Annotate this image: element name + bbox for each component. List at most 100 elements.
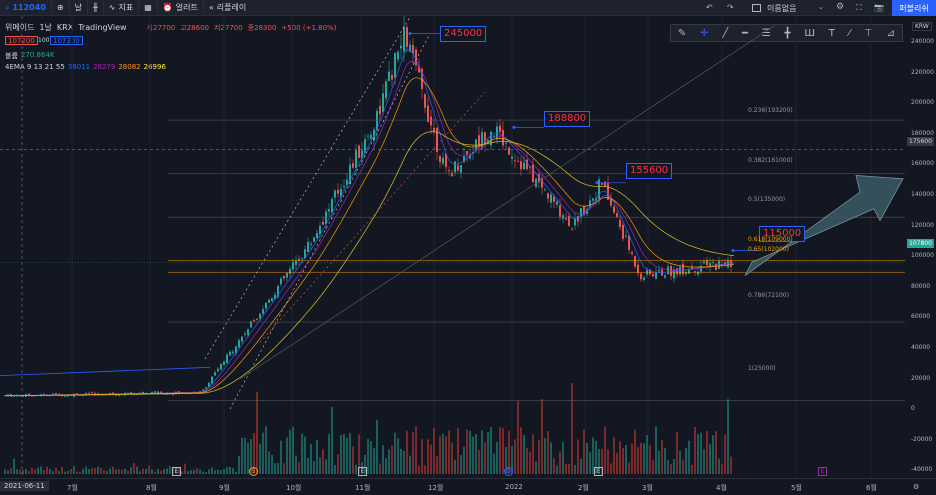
currency-selector[interactable]: KRW: [912, 22, 932, 31]
volume-bar: [277, 462, 279, 474]
candle-body: [664, 275, 666, 278]
volume-bar: [34, 469, 36, 474]
symbol-search[interactable]: ⌕ 112040: [0, 0, 52, 16]
volume-bar: [25, 469, 27, 474]
volume-bar: [412, 431, 414, 474]
earnings-marker[interactable]: E: [172, 467, 181, 476]
volume-bar: [697, 434, 699, 474]
dividend-marker[interactable]: D: [504, 467, 513, 476]
candle-body: [715, 263, 717, 270]
volume-bar: [67, 471, 69, 474]
y-tick: 20000: [911, 374, 931, 382]
axis-settings-icon[interactable]: ⚙: [913, 483, 919, 491]
volume-bar: [346, 437, 348, 474]
layout-icon[interactable]: [752, 4, 761, 12]
redo-icon[interactable]: ↷: [727, 3, 734, 12]
publish-button[interactable]: 퍼블리쉬: [892, 0, 936, 16]
gear-icon[interactable]: ⚙: [836, 2, 844, 12]
split-marker[interactable]: S: [249, 467, 258, 476]
volume-bar: [481, 430, 483, 474]
candle-body: [226, 354, 228, 364]
alert-label: 얼러트: [175, 3, 198, 12]
volume-bar: [217, 469, 219, 474]
templates-button[interactable]: ▦: [139, 0, 158, 16]
fullscreen-icon[interactable]: ⛶: [856, 3, 862, 13]
volume-bar: [340, 435, 342, 474]
volume-bar: [619, 441, 621, 474]
volume-bar: [202, 471, 204, 474]
candle-body: [532, 164, 534, 183]
earnings-marker[interactable]: E: [358, 467, 367, 476]
volume-bar: [370, 441, 372, 474]
volume-bar: [397, 438, 399, 474]
candle-body: [610, 198, 612, 206]
y-tick: 80000: [911, 282, 931, 290]
candle-body: [76, 393, 78, 395]
volume-bar: [427, 439, 429, 474]
volume-bar: [721, 464, 723, 474]
compare-button[interactable]: ⊕: [52, 0, 70, 16]
candle-body: [424, 94, 426, 108]
fib-label-0786: 0.786(72100): [748, 292, 789, 299]
candle-body: [613, 206, 615, 213]
volume-bar: [589, 452, 591, 474]
candle-body: [313, 237, 315, 242]
volume-bar: [352, 446, 354, 474]
volume-bar: [316, 439, 318, 474]
camera-icon[interactable]: 📷: [874, 3, 884, 12]
volume-bar: [565, 463, 567, 474]
volume-bar: [448, 430, 450, 474]
callout-third-high[interactable]: 155600: [626, 163, 673, 179]
volume-bar: [610, 463, 612, 474]
volume-bar: [661, 440, 663, 474]
volume-bar: [307, 457, 309, 474]
add-icon: ⊕: [56, 3, 64, 12]
candle-body: [265, 302, 267, 309]
candle-body: [283, 276, 285, 279]
chevron-down-icon[interactable]: ⌄: [818, 3, 824, 11]
y-tick: 200000: [911, 99, 934, 107]
volume-bar: [28, 471, 30, 474]
volume-bar: [163, 469, 165, 474]
x-tick: 5월: [791, 484, 802, 492]
candle-body: [238, 340, 240, 348]
candle-body: [475, 139, 477, 150]
undo-icon[interactable]: ↶: [706, 3, 713, 12]
interval-button[interactable]: 날: [70, 0, 88, 16]
alert-button[interactable]: ⏰ 얼러트: [158, 0, 204, 16]
volume-bar: [97, 466, 99, 474]
volume-bar: [205, 471, 207, 474]
candle-body: [460, 165, 462, 173]
candle-body: [403, 26, 405, 52]
chart-type-button[interactable]: ╫: [88, 0, 104, 16]
candle-body: [550, 194, 552, 203]
replay-button[interactable]: « 리플레이: [204, 0, 251, 16]
candle-body: [658, 269, 660, 272]
volume-bar: [148, 465, 150, 474]
candle-body: [571, 228, 573, 230]
volume-bar: [241, 437, 243, 474]
volume-bar: [706, 431, 708, 474]
earnings-marker[interactable]: E: [818, 467, 827, 476]
volume-bar: [337, 454, 339, 474]
candle-body: [259, 313, 261, 319]
earnings-marker[interactable]: E: [594, 467, 603, 476]
candle-body: [214, 372, 216, 376]
volume-bar: [415, 426, 417, 474]
callout-peak[interactable]: 245000: [440, 26, 487, 42]
indicators-button[interactable]: ∿ 지표: [104, 0, 140, 16]
candle-body: [643, 277, 645, 280]
volume-bar: [724, 434, 726, 474]
volume-bar: [445, 436, 447, 474]
candle-body: [442, 157, 444, 164]
volume-bar: [514, 439, 516, 474]
callout-second-high[interactable]: 188800: [544, 111, 591, 127]
replay-label: 리플레이: [216, 3, 247, 12]
candle-body: [640, 273, 642, 280]
x-tick: 11월: [355, 484, 371, 492]
candle-body: [634, 256, 636, 267]
layout-name[interactable]: 이름없음: [767, 3, 796, 14]
volume-bar: [421, 439, 423, 474]
volume-bar: [82, 468, 84, 474]
volume-bar: [226, 467, 228, 474]
